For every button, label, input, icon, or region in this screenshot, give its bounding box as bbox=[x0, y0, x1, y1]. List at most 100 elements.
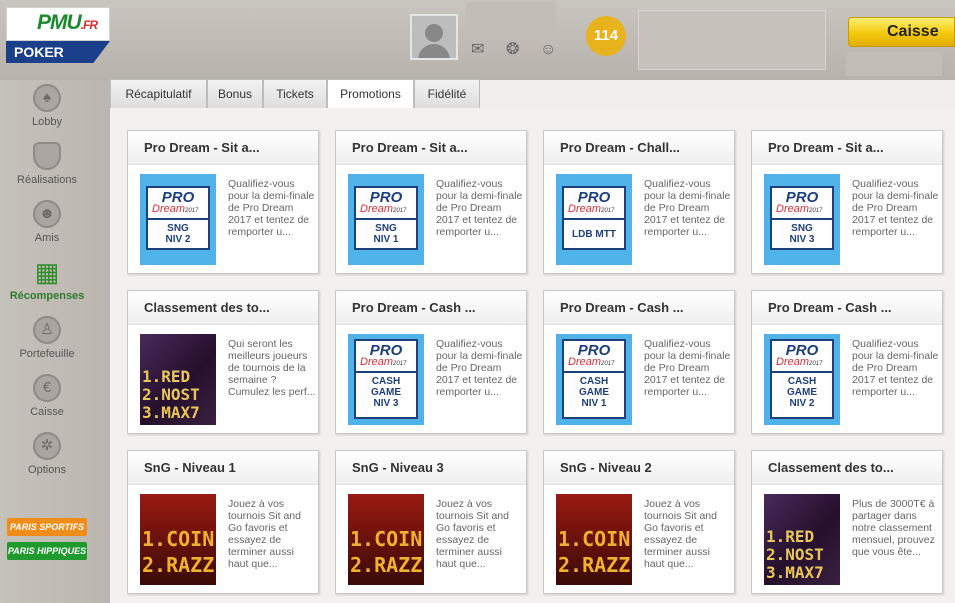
leaderboard-line: 1.RED bbox=[142, 368, 191, 386]
tab-bonus[interactable]: Bonus bbox=[207, 79, 263, 108]
pmu-poker-logo[interactable]: PMU.FR POKER bbox=[6, 7, 110, 63]
tab-fidelite[interactable]: Fidélité bbox=[414, 79, 480, 108]
sidebar-item-label: Portefeuille bbox=[19, 348, 75, 360]
year-label: 2017 bbox=[393, 361, 407, 367]
pro-dream-badge: PRO Dream2017 SNG NIV 1 bbox=[354, 186, 418, 250]
card-description: Qualifiez-vous pour la demi-finale de Pr… bbox=[228, 178, 315, 238]
caisse-button[interactable]: Caisse bbox=[848, 17, 955, 47]
badge-subtitle-line: NIV 3 bbox=[373, 398, 399, 409]
friends-icon[interactable]: ☺ bbox=[540, 42, 556, 58]
leaderboard-display: 1.COIN 2.RAZZ bbox=[142, 526, 216, 578]
promotion-card[interactable]: Pro Dream - Sit a... PRO Dream2017 SNG NIV 2… bbox=[127, 130, 319, 274]
sidebar-item-caisse[interactable]: € Caisse bbox=[0, 374, 94, 418]
badge-subtitle-line: SNG bbox=[791, 223, 813, 234]
dream-text: Dream bbox=[776, 203, 810, 215]
notification-badge[interactable]: 114 bbox=[586, 16, 626, 56]
card-thumbnail: PRO Dream2017 SNG NIV 2 bbox=[140, 174, 216, 265]
card-thumbnail: 1.COIN 2.RAZZ bbox=[348, 494, 424, 585]
logo-bottom: POKER bbox=[6, 41, 110, 63]
card-thumbnail: 1.COIN 2.RAZZ bbox=[140, 494, 216, 585]
pro-dream-badge: PRO Dream2017 CASH GAME NIV 1 bbox=[562, 339, 626, 419]
promotions-grid: Pro Dream - Sit a... PRO Dream2017 SNG NIV 2… bbox=[110, 108, 955, 603]
badge-subtitle-line: NIV 2 bbox=[165, 234, 191, 245]
card-description: Jouez à vos tournois Sit and Go favoris … bbox=[436, 498, 509, 570]
dream-text: Dream bbox=[360, 356, 394, 368]
mail-icon[interactable]: ✉ bbox=[471, 42, 484, 58]
sidebar-item-recompenses[interactable]: ▦ Récompenses bbox=[0, 258, 94, 302]
badge-subtitle-line: NIV 1 bbox=[581, 398, 607, 409]
promotion-card[interactable]: SnG - Niveau 1 1.COIN 2.RAZZ Jouez à vos to… bbox=[127, 450, 319, 594]
badge-subtitle-line: SNG bbox=[167, 223, 189, 234]
promotion-card[interactable]: Classement des to... 1.RED 2.NOST 3.MAX7 Qui… bbox=[127, 290, 319, 434]
card-thumbnail: PRO Dream2017 LDB MTT bbox=[556, 174, 632, 265]
tab-tickets[interactable]: Tickets bbox=[263, 79, 327, 108]
promotion-card[interactable]: Classement des to... 1.RED 2.NOST 3.MAX7 Plu… bbox=[751, 450, 943, 594]
sidebar-item-label: Lobby bbox=[32, 116, 62, 128]
promotion-card[interactable]: SnG - Niveau 2 1.COIN 2.RAZZ Jouez à vos to… bbox=[543, 450, 735, 594]
badge-subtitle: CASH GAME NIV 3 bbox=[356, 371, 416, 417]
leaderboard-line: 1.COIN bbox=[350, 527, 423, 551]
leaderboard-line: 3.MAX7 bbox=[766, 563, 824, 582]
leaderboard-display: 1.RED 2.NOST 3.MAX7 bbox=[142, 368, 216, 422]
sidebar-item-portefeuille[interactable]: ♙ Portefeuille bbox=[0, 316, 94, 360]
card-description: Qualifiez-vous pour la demi-finale de Pr… bbox=[644, 178, 731, 238]
promotion-card[interactable]: Pro Dream - Sit a... PRO Dream2017 SNG NIV 3… bbox=[751, 130, 943, 274]
card-description: Qualifiez-vous pour la demi-finale de Pr… bbox=[852, 338, 939, 398]
promotion-card[interactable]: Pro Dream - Cash ... PRO Dream2017 CASH GAME… bbox=[751, 290, 943, 434]
card-title: SnG - Niveau 3 bbox=[336, 451, 526, 485]
avatar[interactable] bbox=[410, 14, 458, 60]
badge-subtitle-line: GAME bbox=[579, 387, 609, 398]
sidebar-item-label: Récompenses bbox=[9, 290, 85, 302]
card-thumbnail: 1.RED 2.NOST 3.MAX7 bbox=[764, 494, 840, 585]
dream-label: Dream2017 bbox=[568, 357, 614, 370]
tab-recapitulatif[interactable]: Récapitulatif bbox=[110, 79, 207, 108]
badge-subtitle-line: SNG bbox=[375, 223, 397, 234]
card-thumbnail: PRO Dream2017 CASH GAME NIV 3 bbox=[348, 334, 424, 425]
badge-subtitle: CASH GAME NIV 2 bbox=[772, 371, 832, 417]
card-title: Pro Dream - Chall... bbox=[544, 131, 734, 165]
year-label: 2017 bbox=[601, 208, 615, 214]
avatar-head bbox=[425, 24, 443, 42]
sidebar-item-options[interactable]: ✲ Options bbox=[0, 432, 94, 476]
badge-subtitle-line: CASH bbox=[579, 376, 609, 387]
sidebar-item-lobby[interactable]: ♠ Lobby bbox=[0, 84, 94, 128]
badge-subtitle-line: LDB MTT bbox=[572, 229, 616, 240]
card-description: Qualifiez-vous pour la demi-finale de Pr… bbox=[644, 338, 731, 398]
dream-text: Dream bbox=[776, 356, 810, 368]
sidebar-item-label: Options bbox=[28, 464, 66, 476]
promotion-card[interactable]: Pro Dream - Sit a... PRO Dream2017 SNG NIV 1… bbox=[335, 130, 527, 274]
info-redacted bbox=[846, 52, 942, 76]
promotion-card[interactable]: Pro Dream - Chall... PRO Dream2017 LDB MTT Q… bbox=[543, 130, 735, 274]
pro-dream-badge: PRO Dream2017 CASH GAME NIV 3 bbox=[354, 339, 418, 419]
help-icon[interactable]: ❂ bbox=[506, 42, 519, 58]
card-title: Classement des to... bbox=[752, 451, 942, 485]
leaderboard-display: 1.COIN 2.RAZZ bbox=[350, 526, 424, 578]
dream-text: Dream bbox=[152, 203, 186, 215]
sidebar-item-amis[interactable]: ☻ Amis bbox=[0, 200, 94, 244]
promotion-card[interactable]: Pro Dream - Cash ... PRO Dream2017 CASH GAME… bbox=[335, 290, 527, 434]
tab-promotions[interactable]: Promotions bbox=[327, 79, 414, 109]
card-description: Qualifiez-vous pour la demi-finale de Pr… bbox=[436, 338, 523, 398]
sidebar-item-realisations[interactable]: Réalisations bbox=[0, 142, 94, 186]
promotion-card[interactable]: Pro Dream - Cash ... PRO Dream2017 CASH GAME… bbox=[543, 290, 735, 434]
leaderboard-line: 1.COIN bbox=[558, 527, 631, 551]
badge-subtitle-line: CASH bbox=[371, 376, 401, 387]
shield-icon bbox=[33, 142, 61, 170]
card-thumbnail: PRO Dream2017 CASH GAME NIV 1 bbox=[556, 334, 632, 425]
avatar-body bbox=[418, 44, 450, 58]
paris-hippiques-button[interactable]: PARIS HIPPIQUES bbox=[7, 542, 87, 560]
wrench-icon: ✲ bbox=[33, 432, 61, 460]
card-title: SnG - Niveau 1 bbox=[128, 451, 318, 485]
leaderboard-display: 1.COIN 2.RAZZ bbox=[558, 526, 632, 578]
leaderboard-line: 2.RAZZ bbox=[558, 553, 631, 577]
leaderboard-line: 2.NOST bbox=[766, 545, 824, 564]
year-label: 2017 bbox=[601, 361, 615, 367]
paris-sportifs-button[interactable]: PARIS SPORTIFS bbox=[7, 518, 87, 536]
dream-label: Dream2017 bbox=[776, 204, 822, 217]
promotion-card[interactable]: SnG - Niveau 3 1.COIN 2.RAZZ Jouez à vos to… bbox=[335, 450, 527, 594]
card-title: Pro Dream - Cash ... bbox=[544, 291, 734, 325]
badge-subtitle-line: NIV 3 bbox=[789, 234, 815, 245]
sidebar-item-label: Caisse bbox=[30, 406, 64, 418]
leaderboard-line: 2.RAZZ bbox=[350, 553, 423, 577]
leaderboard-display: 1.RED 2.NOST 3.MAX7 bbox=[766, 528, 840, 582]
